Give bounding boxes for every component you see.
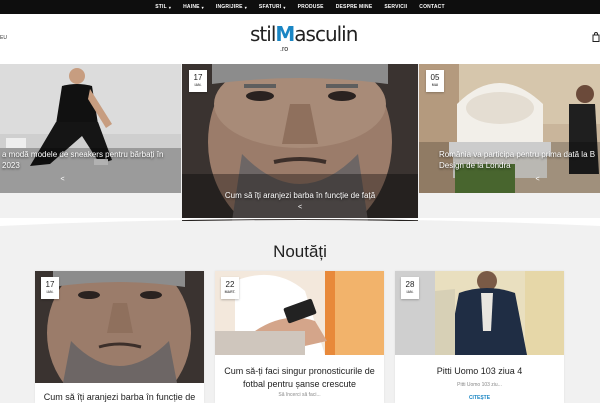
share-icon[interactable]: < bbox=[182, 204, 418, 211]
hero-slider: a modă modele de sneakers pentru bărbați… bbox=[0, 64, 600, 224]
news-card[interactable]: 22 MART. Cum să-ți faci singur pronostic… bbox=[215, 271, 384, 403]
date-month: MAI bbox=[431, 83, 439, 87]
top-navigation: STIL ▾ HAINE ▾ INGRIJIRE ▾ SFATURI ▾ PRODUSE… bbox=[0, 0, 600, 14]
news-title[interactable]: Pitti Uomo 103 ziua 4 bbox=[395, 365, 564, 378]
date-day: 22 bbox=[225, 280, 235, 289]
date-badge: 22 MART. bbox=[221, 277, 239, 299]
nav-item-sfaturi[interactable]: SFATURI ▾ bbox=[259, 4, 286, 10]
date-month: IAN. bbox=[194, 83, 202, 87]
nav-label: SERVICII bbox=[384, 4, 408, 10]
hero-caption[interactable]: Cum să îți aranjezi barba în funcție de … bbox=[182, 190, 418, 201]
chevron-down-icon: ▾ bbox=[283, 4, 286, 10]
hero-image-london-design bbox=[419, 64, 600, 193]
news-excerpt: Pitti Uomo 103 ziu... bbox=[457, 382, 502, 388]
hero-card-barba[interactable]: 17 IAN. Cum să îți aranjezi barba în fun… bbox=[182, 64, 418, 221]
news-title[interactable]: Cum să îți aranjezi barba în funcție de bbox=[35, 391, 204, 403]
section-title: Noutăți bbox=[273, 242, 327, 261]
hero-image-sneakers bbox=[0, 64, 181, 193]
chevron-down-icon: ▾ bbox=[168, 4, 172, 10]
date-badge: 17 IAN. bbox=[41, 277, 59, 299]
hero-card-london-design[interactable]: 05 MAI România va participa pentru prima… bbox=[419, 64, 600, 193]
logo-part-1: stil bbox=[250, 22, 276, 46]
logo-part-2: asculin bbox=[294, 22, 358, 46]
hero-caption[interactable]: România va participa pentru prima dată l… bbox=[419, 149, 600, 171]
logo-tld: .ro bbox=[280, 46, 289, 53]
chevron-down-icon: ▾ bbox=[201, 4, 204, 10]
logo-wordmark: stilMasculin bbox=[250, 22, 358, 46]
nav-label: INGRIJIRE bbox=[215, 4, 243, 10]
nav-item-produse[interactable]: PRODUSE bbox=[298, 4, 324, 10]
date-day: 05 bbox=[430, 73, 440, 82]
nav-item-contact[interactable]: CONTACT bbox=[419, 4, 444, 10]
news-card[interactable]: 17 IAN. Cum să îți aranjezi barba în fun… bbox=[35, 271, 204, 403]
date-month: IAN. bbox=[406, 290, 414, 294]
date-month: IAN. bbox=[46, 290, 54, 294]
date-day: 17 bbox=[45, 280, 55, 289]
logo-m-mark: M bbox=[275, 22, 295, 46]
shopping-bag-icon[interactable] bbox=[592, 32, 600, 42]
date-day: 28 bbox=[405, 280, 415, 289]
nav-label: DESPRE MINE bbox=[335, 4, 373, 10]
nav-item-servicii[interactable]: SERVICII bbox=[384, 4, 407, 10]
nav-label: CONTACT bbox=[419, 4, 445, 10]
nav-label: PRODUSE bbox=[297, 4, 324, 10]
hero-caption[interactable]: a modă modele de sneakers pentru bărbați… bbox=[0, 149, 181, 171]
nav-item-haine[interactable]: HAINE ▾ bbox=[183, 4, 204, 10]
chevron-down-icon: ▾ bbox=[244, 4, 247, 10]
date-badge: 05 MAI bbox=[426, 70, 444, 92]
news-title[interactable]: Cum să-ți faci singur pronosticurile de … bbox=[215, 365, 384, 391]
nav-label: SFATURI bbox=[258, 4, 282, 10]
news-image-beard bbox=[35, 271, 204, 383]
news-excerpt: Să încerci să faci... bbox=[278, 392, 321, 398]
hero-card-sneakers[interactable]: a modă modele de sneakers pentru bărbați… bbox=[0, 64, 181, 193]
date-badge: 17 IAN. bbox=[189, 70, 207, 92]
nav-item-ingrijire[interactable]: INGRIJIRE ▾ bbox=[216, 4, 247, 10]
date-badge: 28 IAN. bbox=[401, 277, 419, 299]
share-icon[interactable]: < bbox=[447, 176, 600, 183]
site-header: EU stilMasculin .ro bbox=[0, 14, 600, 64]
nav-label: STIL bbox=[155, 4, 167, 10]
share-icon[interactable]: < bbox=[0, 176, 153, 183]
news-image-phone bbox=[215, 271, 384, 355]
nav-item-despre-mine[interactable]: DESPRE MINE bbox=[336, 4, 373, 10]
menu-label[interactable]: EU bbox=[0, 35, 7, 41]
nav-item-stil[interactable]: STIL ▾ bbox=[155, 4, 171, 10]
news-card[interactable]: 28 IAN. Pitti Uomo 103 ziua 4 Pitti Uomo… bbox=[395, 271, 564, 403]
read-more-link[interactable]: CITEȘTE bbox=[395, 395, 564, 401]
date-day: 17 bbox=[193, 73, 203, 82]
site-logo[interactable]: stilMasculin .ro bbox=[250, 22, 358, 62]
news-image-pitti-uomo bbox=[395, 271, 564, 355]
nav-label: HAINE bbox=[183, 4, 200, 10]
date-month: MART. bbox=[224, 290, 236, 294]
